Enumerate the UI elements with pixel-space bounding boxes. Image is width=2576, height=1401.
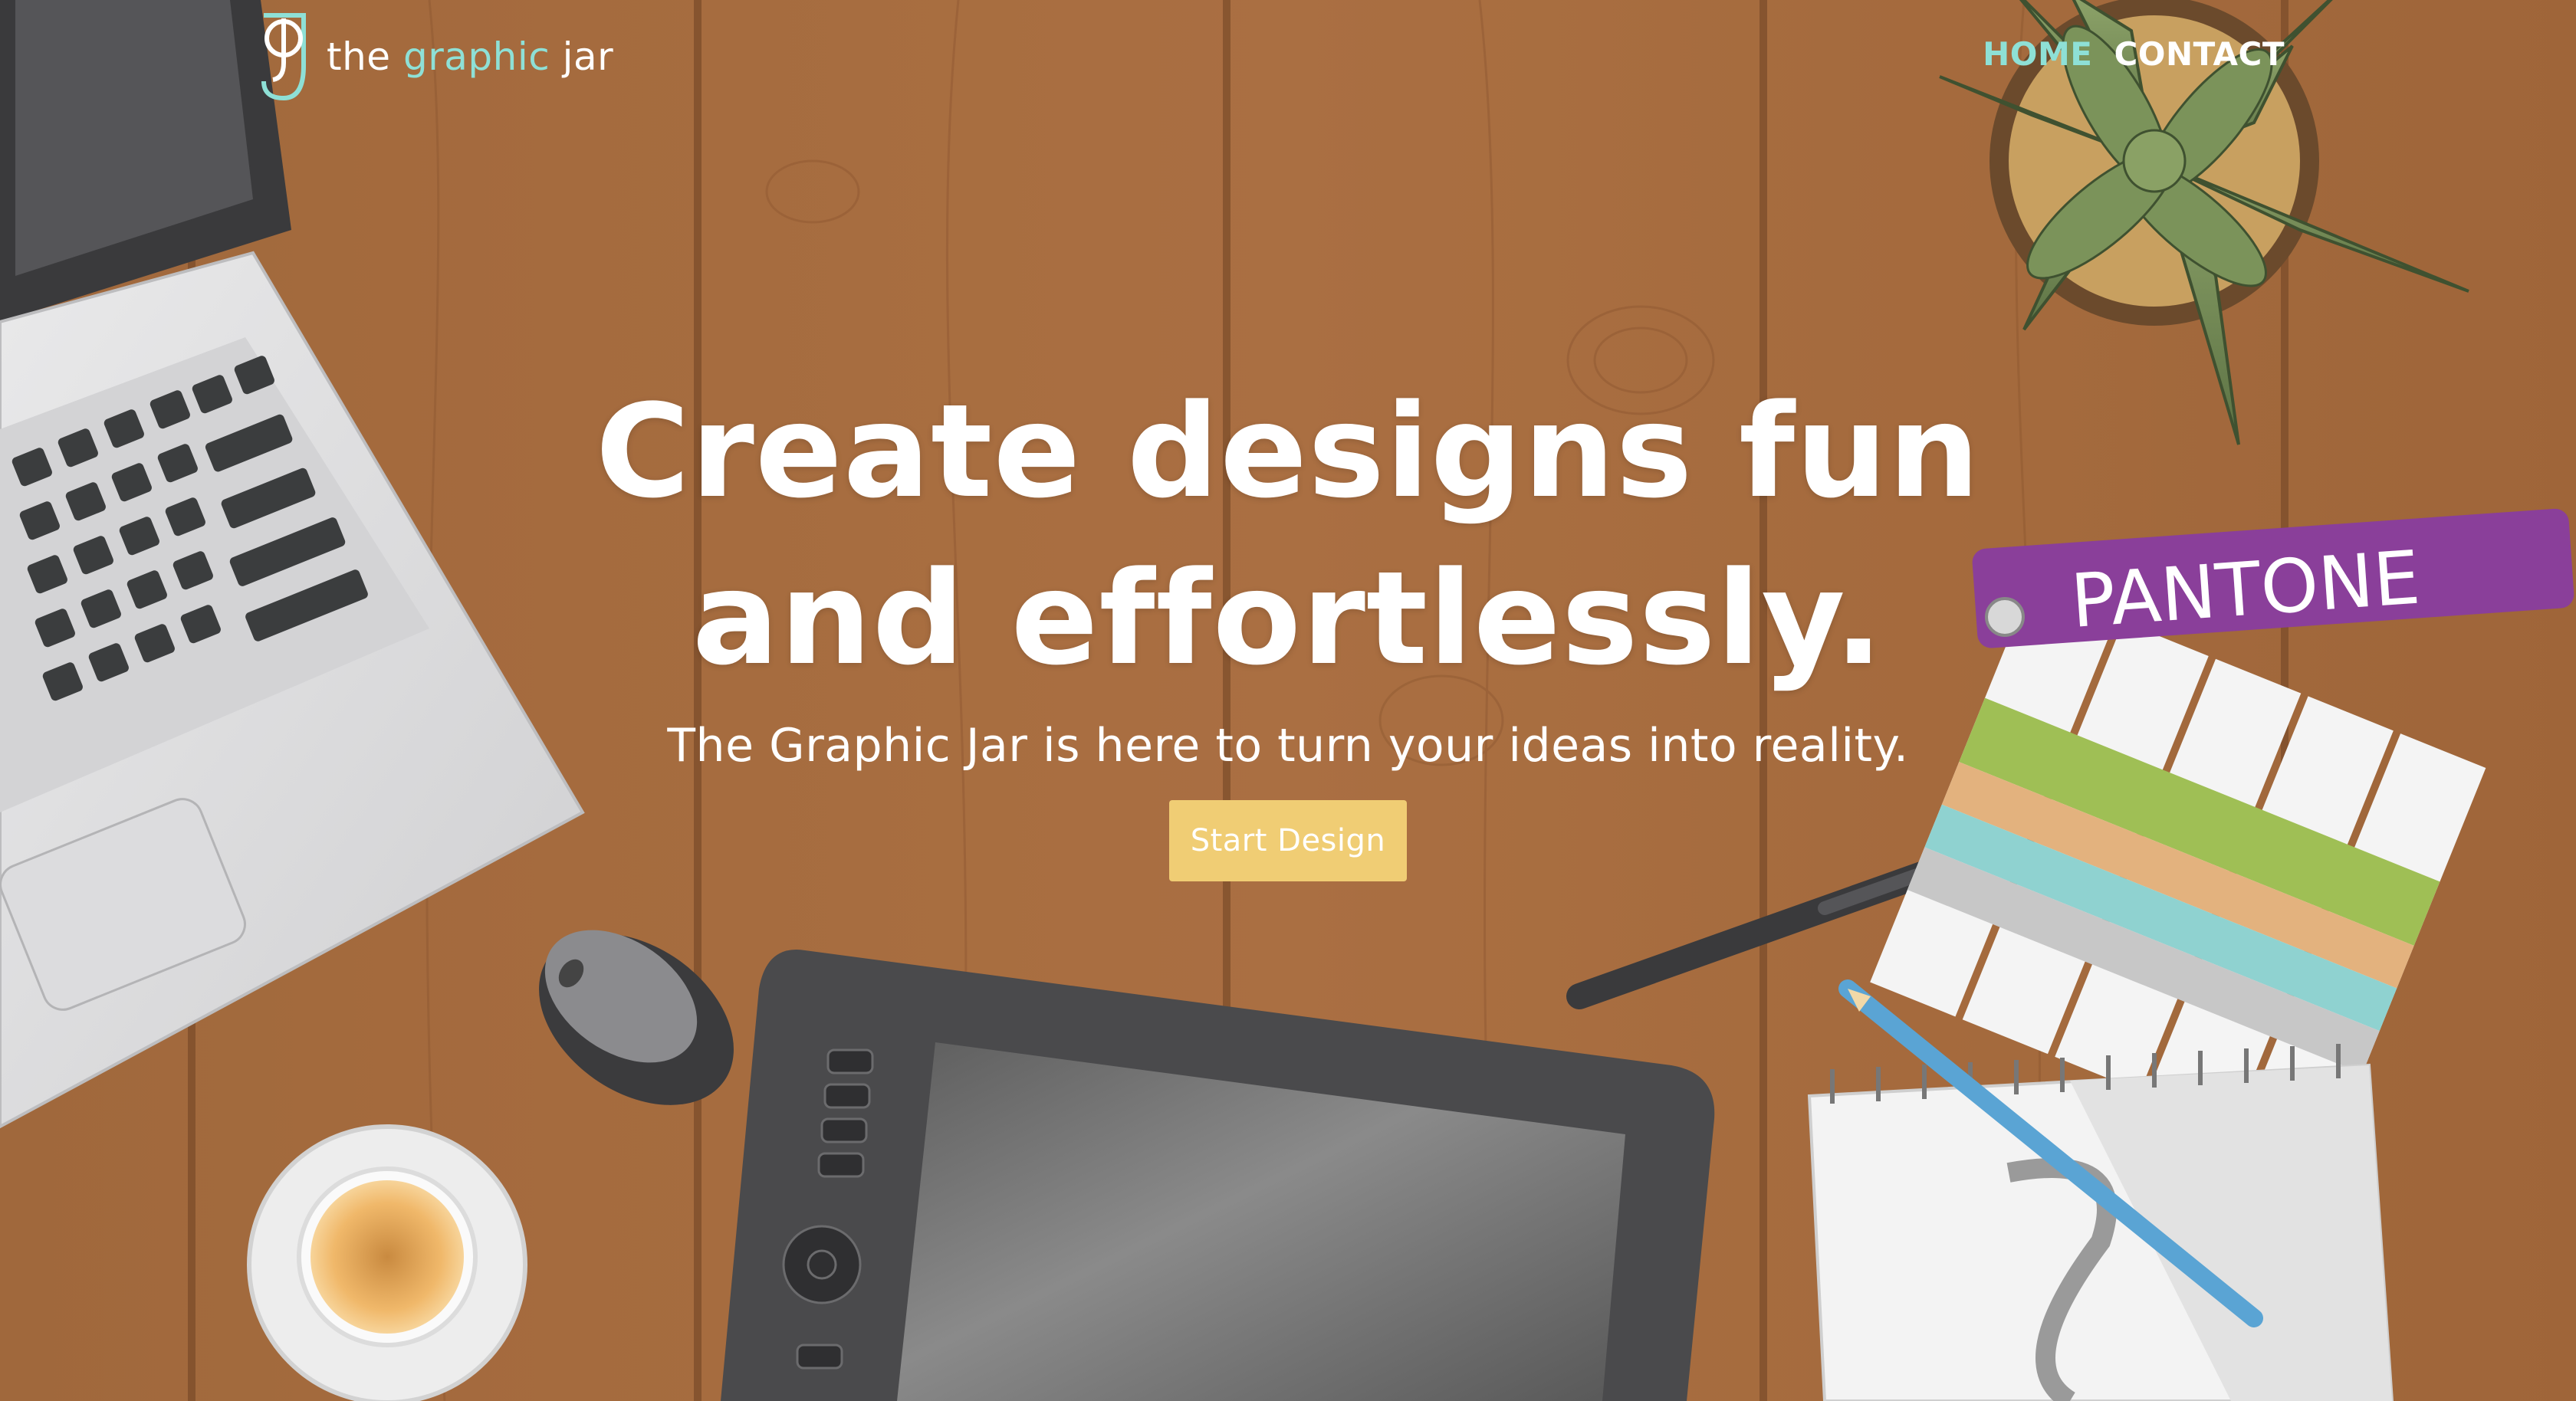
brand-name-accent: graphic	[402, 34, 550, 79]
brand-logo[interactable]: the graphic jar	[253, 11, 613, 103]
hero-section: Create designs fun and effortlessly. The…	[0, 368, 2576, 881]
brand-name-prefix: the	[327, 34, 403, 79]
hero-title-line-2: and effortlessly.	[692, 543, 1884, 694]
hero-subtitle: The Graphic Jar is here to turn your ide…	[667, 719, 1909, 773]
g-monogram-icon	[261, 13, 306, 101]
coffee-cup-illustration	[247, 1124, 527, 1401]
nav-contact-link[interactable]: CONTACT	[2114, 35, 2285, 73]
hero-title: Create designs fun and effortlessly.	[0, 368, 2576, 702]
start-design-button[interactable]: Start Design	[1168, 800, 1408, 881]
brand-name: the graphic jar	[327, 34, 613, 79]
main-nav: HOME CONTACT	[1983, 35, 2285, 73]
nav-home-link[interactable]: HOME	[1983, 35, 2092, 73]
hero-title-line-1: Create designs fun	[595, 376, 1981, 527]
brand-name-suffix: jar	[550, 34, 614, 79]
landing-page: PANTONE the graphic jar HOME CONTACT Cre…	[0, 0, 2576, 1401]
